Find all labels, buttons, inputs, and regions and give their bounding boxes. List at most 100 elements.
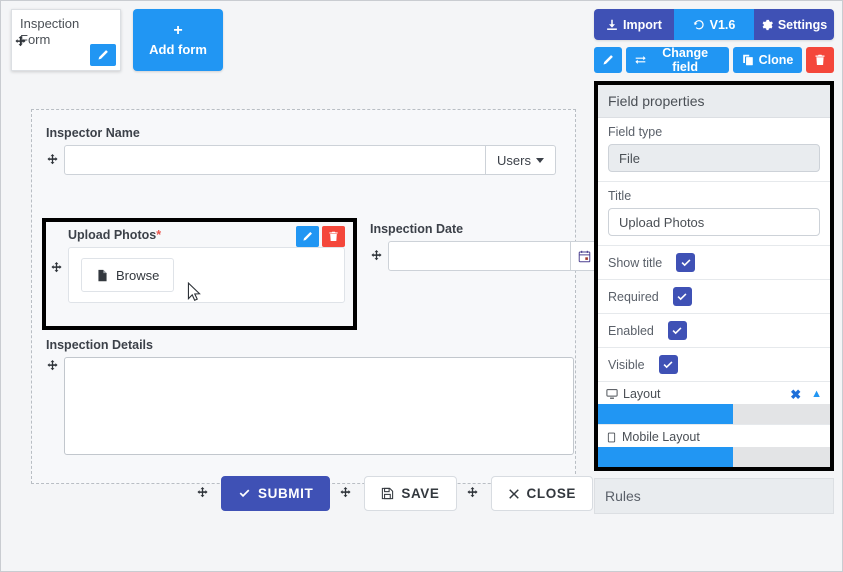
field-body: Inspector Name Users: [46, 126, 556, 175]
layout-width-slider[interactable]: [598, 404, 830, 424]
field-label-inspection-date: Inspection Date: [370, 222, 464, 236]
visible-checkbox[interactable]: [658, 355, 678, 374]
add-form-label: Add form: [149, 42, 207, 57]
history-icon: [693, 19, 705, 31]
close-group: CLOSE: [466, 476, 594, 511]
inspector-name-input[interactable]: [64, 145, 487, 175]
submit-group: SUBMIT: [196, 476, 331, 511]
mobile-layout-width-fill: [598, 447, 733, 467]
chevron-up-icon[interactable]: ▲: [811, 388, 822, 400]
save-button[interactable]: SAVE: [364, 476, 457, 511]
visible-label: Visible: [608, 357, 645, 372]
field-type-label: Field type: [608, 125, 663, 139]
top-toolbar: Import V1.6 Settings: [594, 9, 834, 40]
copy-icon: [742, 54, 753, 66]
check-icon: [672, 326, 682, 334]
layout-header-icons: ✖ ▲: [790, 388, 822, 401]
enabled-row: Enabled: [598, 314, 830, 348]
check-icon: [238, 487, 251, 500]
drag-handle-inspection-details[interactable]: [46, 360, 64, 373]
file-icon: [96, 269, 109, 282]
gear-icon: [761, 19, 773, 31]
clone-label: Clone: [758, 53, 794, 67]
required-checkbox[interactable]: [672, 287, 692, 306]
mobile-layout-label: Mobile Layout: [622, 430, 700, 444]
edit-field-button[interactable]: [296, 226, 319, 247]
file-upload-area[interactable]: Browse: [68, 247, 345, 303]
field-edit-button[interactable]: [594, 47, 622, 73]
field-properties-panel: Field properties Field type File Title U…: [594, 81, 834, 471]
field-type-value[interactable]: File: [608, 144, 820, 172]
clone-button[interactable]: Clone: [732, 47, 803, 73]
version-label: V1.6: [709, 17, 736, 32]
submit-button[interactable]: SUBMIT: [221, 476, 331, 511]
close-label: CLOSE: [526, 486, 577, 501]
required-marker: *: [156, 228, 162, 242]
field-properties-title: Field properties: [598, 85, 830, 118]
form-card-inspection-form[interactable]: Inspection Form: [11, 9, 121, 71]
drag-handle-inspection-date[interactable]: [370, 249, 388, 263]
required-label: Required: [608, 289, 659, 304]
drag-handle-save[interactable]: [339, 487, 357, 500]
field-body: Inspection Date: [370, 222, 599, 271]
layout-width-fill: [598, 404, 733, 424]
mobile-layout-header: Mobile Layout: [598, 425, 830, 447]
add-form-button[interactable]: + Add form: [133, 9, 223, 71]
submit-label: SUBMIT: [258, 486, 314, 501]
field-body: Inspection Details: [46, 338, 574, 455]
settings-button[interactable]: Settings: [754, 9, 834, 40]
field-upload-photos[interactable]: Upload Photos* Browse: [42, 218, 357, 330]
layout-header: Layout ✖ ▲: [598, 382, 830, 404]
form-drop-region: Inspector Name Users Upload Photos* Brow…: [31, 109, 599, 484]
layout-clear-icon[interactable]: ✖: [790, 388, 801, 401]
browse-button[interactable]: Browse: [81, 258, 175, 292]
pencil-icon: [98, 50, 108, 60]
show-title-label: Show title: [608, 255, 663, 270]
field-inspection-date[interactable]: Inspection Date: [370, 222, 599, 271]
save-group: SAVE: [339, 476, 457, 511]
pencil-icon: [603, 55, 613, 65]
layout-section: Layout ✖ ▲: [598, 382, 830, 425]
inspection-date-input[interactable]: [388, 241, 571, 271]
mobile-layout-section: Mobile Layout: [598, 425, 830, 467]
field-delete-button[interactable]: [806, 47, 835, 73]
move-icon[interactable]: [14, 36, 27, 49]
show-title-row: Show title: [598, 246, 830, 280]
users-dropdown-button[interactable]: Users: [486, 145, 556, 175]
pencil-icon: [303, 232, 312, 241]
desktop-icon: [606, 388, 618, 400]
drag-handle-close[interactable]: [466, 487, 484, 500]
title-label: Title: [608, 189, 632, 203]
field-body: Upload Photos* Browse: [68, 226, 345, 303]
delete-field-button[interactable]: [322, 226, 345, 247]
x-icon: [508, 488, 520, 500]
chevron-down-icon: [536, 157, 544, 163]
required-row: Required: [598, 280, 830, 314]
edit-form-button[interactable]: [90, 44, 116, 66]
settings-label: Settings: [777, 17, 828, 32]
version-button[interactable]: V1.6: [674, 9, 754, 40]
right-panel: Import V1.6 Settings Change field Clone …: [594, 9, 835, 514]
rules-section[interactable]: Rules: [594, 478, 834, 514]
drag-handle-inspector-name[interactable]: [46, 153, 64, 167]
change-field-label: Change field: [662, 46, 709, 74]
drag-handle-upload-photos[interactable]: [50, 262, 68, 275]
check-icon: [677, 292, 687, 300]
change-field-button[interactable]: Change field: [625, 46, 729, 74]
title-row: Title Upload Photos: [598, 182, 830, 246]
trash-icon: [815, 54, 825, 65]
import-button[interactable]: Import: [594, 9, 674, 40]
visible-row: Visible: [598, 348, 830, 382]
users-dropdown-label: Users: [497, 152, 531, 168]
check-icon: [681, 258, 691, 266]
mobile-layout-width-slider[interactable]: [598, 447, 830, 467]
inspection-details-textarea[interactable]: [64, 357, 574, 455]
field-inspector-name[interactable]: Inspector Name Users: [46, 126, 556, 175]
drag-handle-submit[interactable]: [196, 487, 214, 500]
close-button[interactable]: CLOSE: [490, 476, 594, 511]
title-input[interactable]: Upload Photos: [608, 208, 820, 236]
show-title-checkbox[interactable]: [676, 253, 696, 272]
mobile-icon: [606, 432, 617, 443]
enabled-checkbox[interactable]: [667, 321, 687, 340]
field-inspection-details[interactable]: Inspection Details: [46, 338, 574, 455]
